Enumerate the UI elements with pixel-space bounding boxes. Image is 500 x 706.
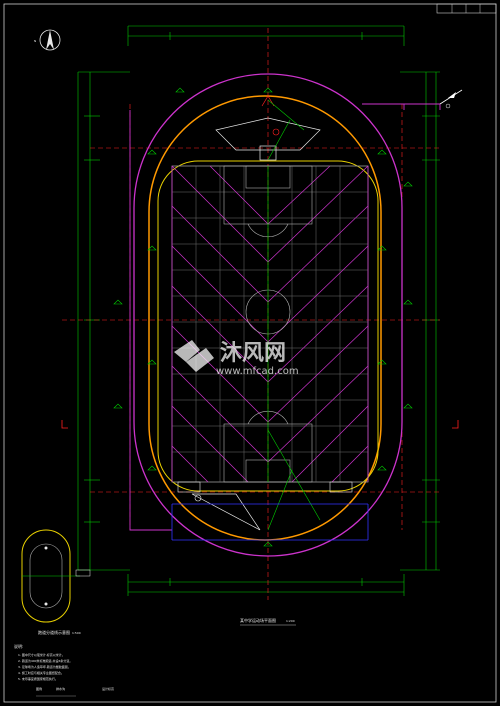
drainage-lines bbox=[171, 503, 369, 541]
mfcad-logo-icon bbox=[174, 340, 214, 372]
detail-drawing-scale: 1:500 bbox=[72, 631, 81, 635]
notes-legend-c: 设计标高 bbox=[102, 686, 114, 691]
cad-drawing-canvas: N 某中学运动场平面图 1:200 跑道分道线示意图 1:500 说明: 1. … bbox=[3, 3, 497, 703]
notes-line-3: 3. 足球场为人造草坪,跑道为塑胶面层。 bbox=[18, 664, 71, 669]
running-track-outer bbox=[148, 95, 382, 541]
entrance-marker bbox=[439, 89, 463, 109]
notes-line-5: 5. 未尽事宜按国家规范执行。 bbox=[18, 676, 58, 681]
detail-drawing-title: 跑道分道线示意图 bbox=[38, 629, 70, 635]
north-arrow-icon: N bbox=[34, 29, 61, 51]
throwing-area-south bbox=[177, 429, 353, 531]
watermark-url: www.mfcad.com bbox=[216, 366, 299, 377]
center-axis-lines bbox=[62, 28, 440, 600]
main-drawing-scale: 1:200 bbox=[286, 619, 295, 623]
mfcad-watermark: 沐风网 www.mfcad.com bbox=[174, 340, 299, 377]
notes-block: 说明: 1. 图中尺寸以毫米计,标高以米计。 2. 跑道为400米标准跑道,共设… bbox=[14, 643, 114, 697]
football-field bbox=[171, 165, 369, 483]
notes-heading: 说明: bbox=[14, 643, 23, 649]
north-label: N bbox=[34, 39, 36, 43]
title-block bbox=[436, 3, 497, 14]
notes-legend-a: 图例 bbox=[36, 686, 42, 691]
notes-line-1: 1. 图中尺寸以毫米计,标高以米计。 bbox=[18, 652, 65, 657]
dimension-lines bbox=[77, 25, 440, 596]
notes-line-2: 2. 跑道为400米标准跑道,共设6条分道。 bbox=[18, 658, 72, 663]
notes-legend-b: 排水沟 bbox=[56, 686, 65, 691]
main-drawing-title: 某中学运动场平面图 bbox=[240, 617, 276, 623]
notes-line-4: 4. 施工时应与相关专业图纸配合。 bbox=[18, 670, 64, 675]
lane-detail-inset bbox=[21, 529, 91, 623]
watermark-brand: 沐风网 bbox=[220, 341, 286, 366]
